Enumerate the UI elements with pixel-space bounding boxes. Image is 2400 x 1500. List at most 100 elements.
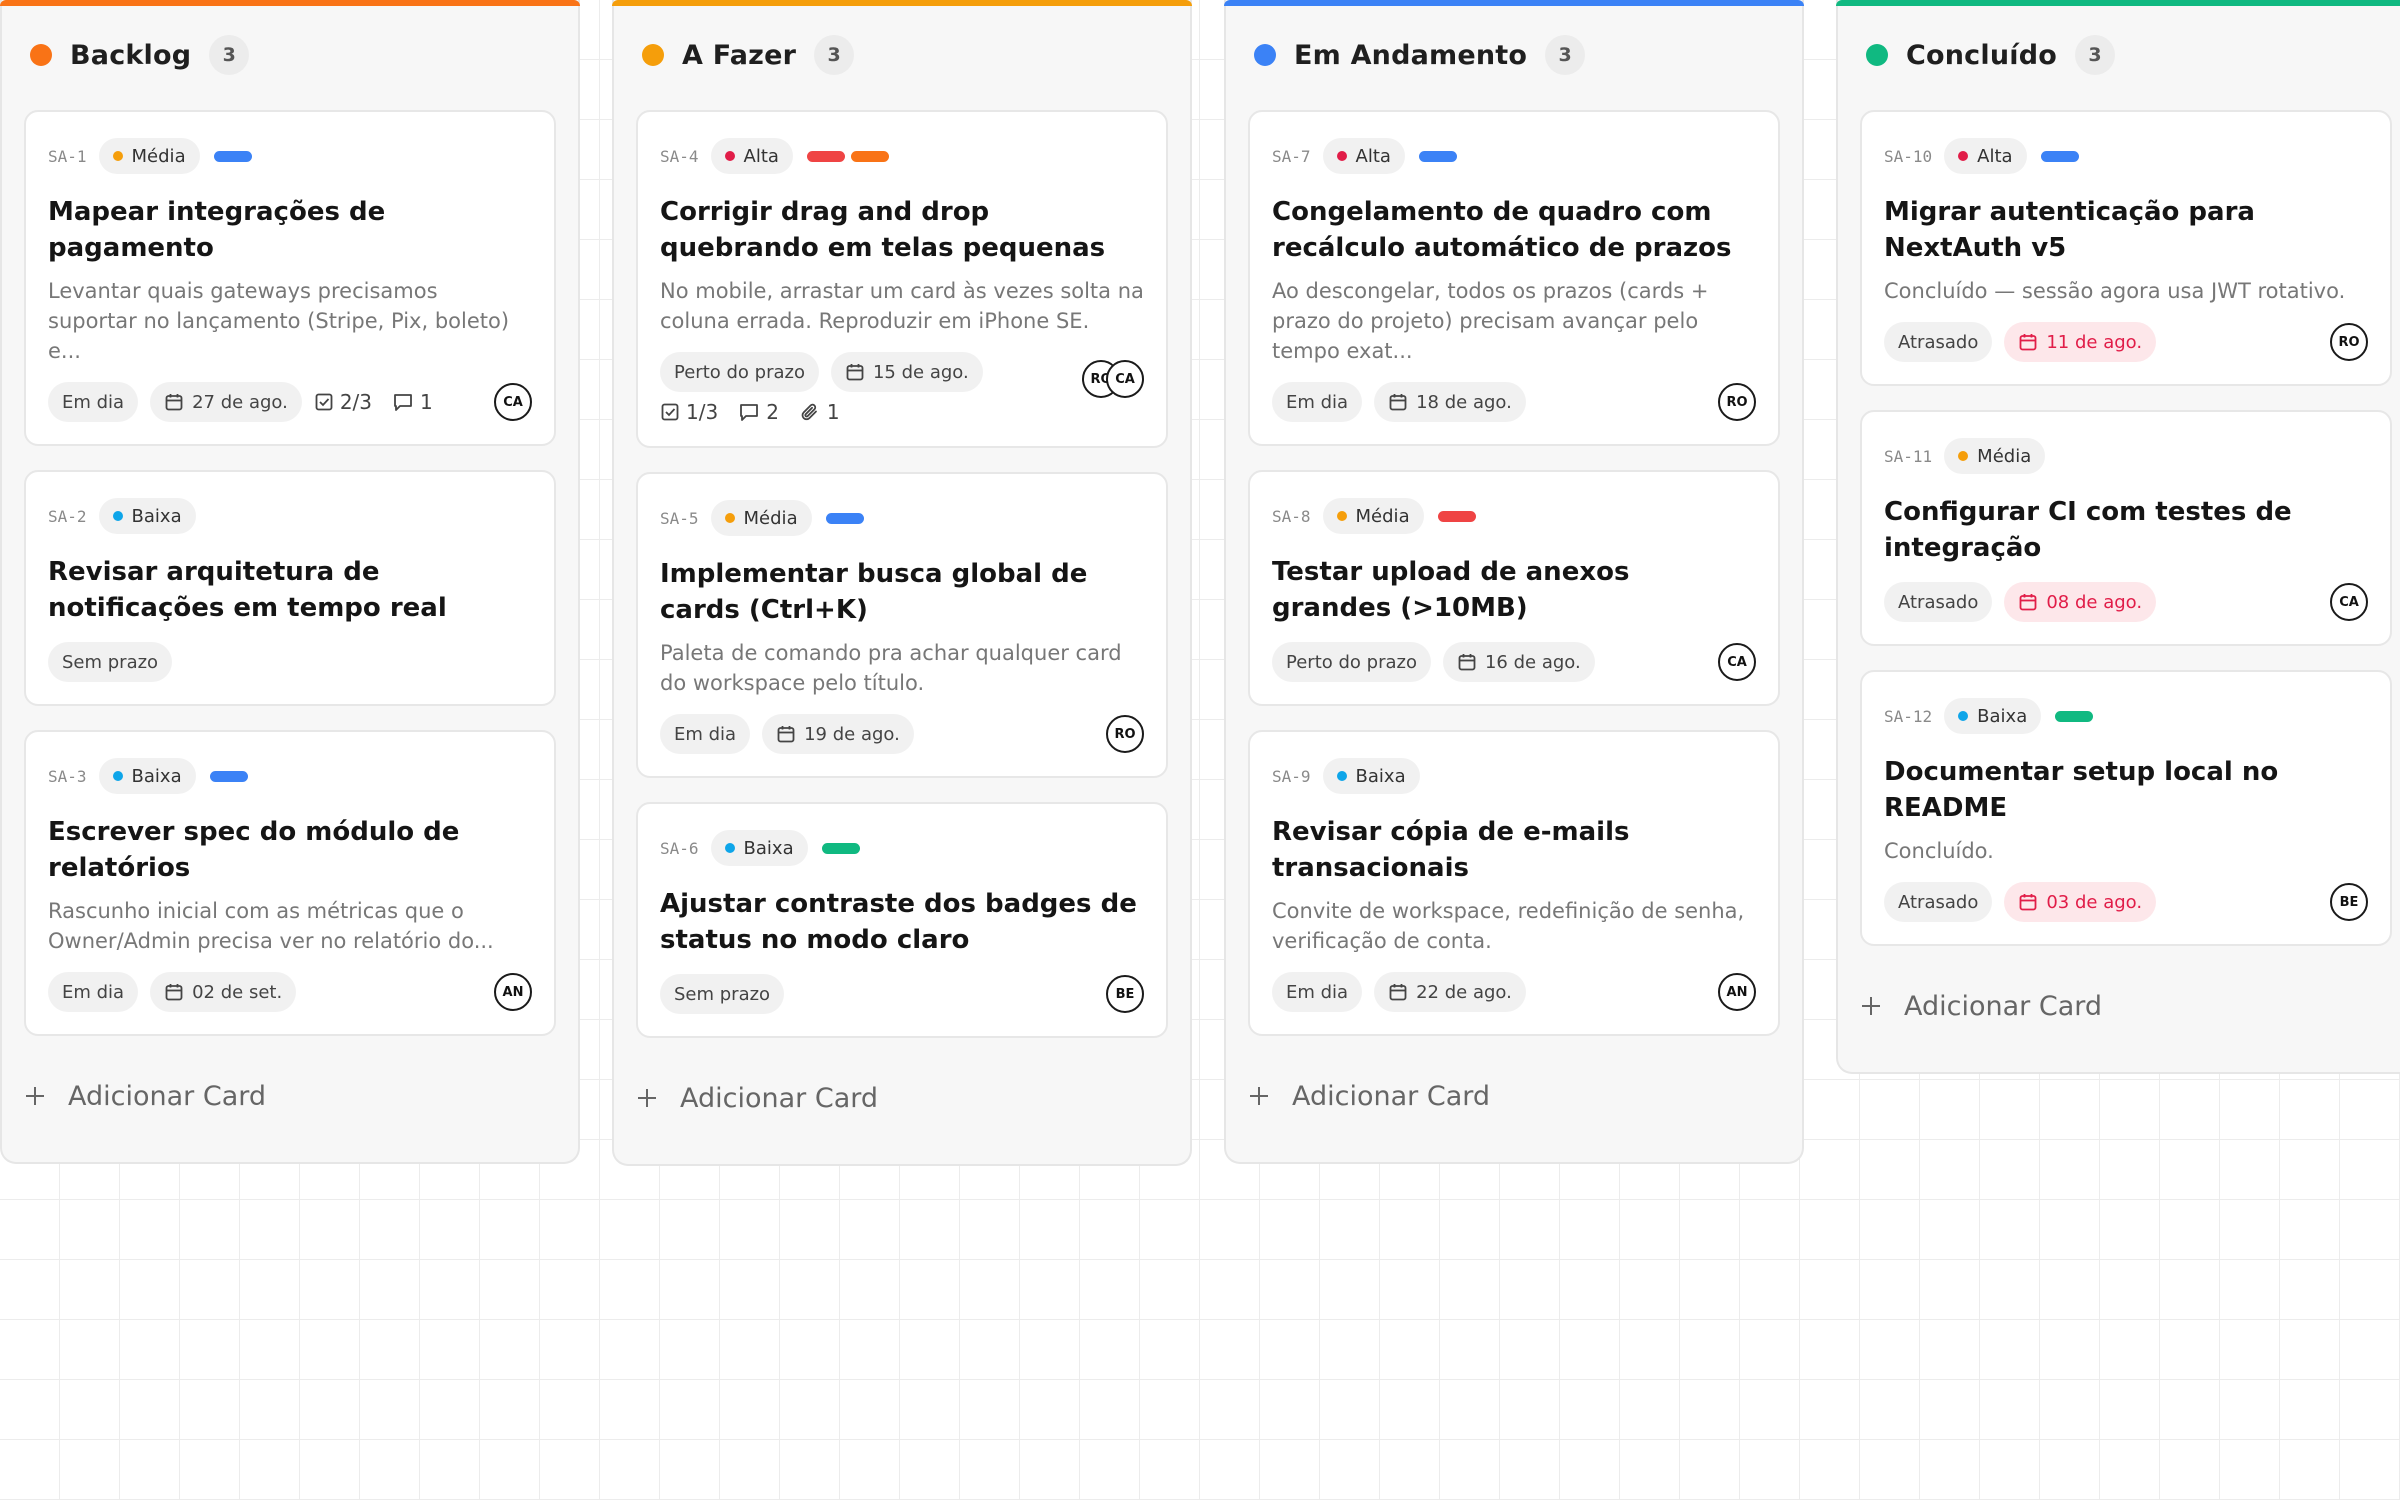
card-description: No mobile, arrastar um card às vezes sol… <box>660 279 1144 333</box>
card[interactable]: SA-12 Baixa Documentar setup local no READ… <box>1860 670 2392 946</box>
due-date-chip: 22 de ago. <box>1374 972 1526 1012</box>
assignee-avatars: BE <box>2330 883 2368 921</box>
card-title: Revisar arquitetura de notificações em t… <box>48 557 447 623</box>
card-title: Congelamento de quadro com recálculo aut… <box>1272 197 1732 263</box>
card-description: Levantar quais gateways precisamos supor… <box>48 279 510 363</box>
column-card-count: 3 <box>2075 35 2115 75</box>
card-title: Configurar CI com testes de integração <box>1884 497 2292 563</box>
calendar-icon <box>2018 592 2038 612</box>
card-header: SA-11 Média <box>1884 438 2368 474</box>
avatar[interactable]: RO <box>2330 323 2368 361</box>
card-header: SA-4 Alta <box>660 138 1144 174</box>
card[interactable]: SA-7 Alta Congelamento de quadro com recál… <box>1248 110 1780 446</box>
priority-dot <box>1336 511 1347 521</box>
card[interactable]: SA-1 Média Mapear integrações de pagamento… <box>24 110 556 446</box>
due-date-chip: 18 de ago. <box>1374 382 1526 422</box>
column-header[interactable]: Concluído 3 <box>1838 0 2400 110</box>
checklist-counter-value: 2/3 <box>339 390 373 414</box>
card[interactable]: SA-4 Alta Corrigir drag and drop quebrando… <box>636 110 1168 448</box>
checklist-icon <box>314 392 334 412</box>
assignee-avatars: RO <box>2330 323 2368 361</box>
avatar[interactable]: CA <box>2330 583 2368 621</box>
plus-icon <box>22 1083 48 1109</box>
priority-badge: Alta <box>1944 138 2027 174</box>
avatar[interactable]: RO <box>1718 383 1756 421</box>
assignee-avatars: CA <box>1718 643 1756 681</box>
due-status-label: Perto do prazo <box>1286 651 1417 673</box>
due-status-chip: Sem prazo <box>660 974 785 1014</box>
card-id: SA-5 <box>660 508 699 528</box>
card[interactable]: SA-5 Média Implementar busca global de car… <box>636 472 1168 778</box>
priority-badge: Média <box>1944 438 2046 474</box>
priority-label: Alta <box>743 145 779 167</box>
card[interactable]: SA-3 Baixa Escrever spec do módulo de rela… <box>24 730 556 1036</box>
add-card-button[interactable]: Adicionar Card <box>1838 976 2400 1036</box>
card[interactable]: SA-9 Baixa Revisar cópia de e-mails transa… <box>1248 730 1780 1036</box>
assignee-avatars: RO <box>1106 715 1144 753</box>
due-date-label: 02 de set. <box>192 981 283 1003</box>
card-meta: Atrasado 08 de ago. CA <box>1884 582 2368 622</box>
priority-dot <box>1336 151 1347 161</box>
due-date-chip: 15 de ago. <box>830 352 983 392</box>
due-status-label: Em dia <box>674 723 737 745</box>
column-card-count: 3 <box>814 35 855 75</box>
priority-badge: Baixa <box>710 830 808 866</box>
card-meta: Em dia 27 de ago. 2/3 1 CA <box>48 382 532 422</box>
avatar[interactable]: BE <box>2330 883 2368 921</box>
avatar[interactable]: CA <box>1718 643 1756 681</box>
card-id: SA-1 <box>48 146 87 166</box>
comment-icon <box>392 391 414 413</box>
plus-icon <box>634 1085 660 1111</box>
avatar[interactable]: RO <box>1106 715 1144 753</box>
assignee-avatars: CA <box>494 383 532 421</box>
avatar[interactable]: CA <box>494 383 532 421</box>
card[interactable]: SA-2 Baixa Revisar arquitetura de notifica… <box>24 470 556 706</box>
add-card-label: Adicionar Card <box>680 1082 879 1114</box>
due-status-chip: Em dia <box>48 972 139 1012</box>
due-status-chip: Perto do prazo <box>660 352 819 392</box>
card-header: SA-5 Média <box>660 500 1144 536</box>
card[interactable]: SA-10 Alta Migrar autenticação para NextAu… <box>1860 110 2392 386</box>
due-status-label: Sem prazo <box>674 983 771 1005</box>
paperclip-icon <box>799 401 821 423</box>
avatar[interactable]: CA <box>1106 360 1144 398</box>
avatar[interactable]: BE <box>1106 975 1144 1013</box>
add-card-button[interactable]: Adicionar Card <box>2 1066 578 1126</box>
priority-dot <box>112 151 123 161</box>
priority-dot <box>112 511 123 521</box>
assignee-avatars: RO <box>1718 383 1756 421</box>
priority-label: Baixa <box>1355 765 1406 787</box>
calendar-icon <box>2018 892 2038 912</box>
priority-badge: Média <box>1322 498 1424 534</box>
avatar[interactable]: AN <box>1718 973 1756 1011</box>
card[interactable]: SA-6 Baixa Ajustar contraste dos badges de… <box>636 802 1168 1038</box>
card-description: Concluído — sessão agora usa JWT rotativ… <box>1884 279 2346 303</box>
card-meta: Em dia 22 de ago. AN <box>1272 972 1756 1012</box>
add-card-button[interactable]: Adicionar Card <box>1226 1066 1802 1126</box>
avatar[interactable]: AN <box>494 973 532 1011</box>
priority-label: Média <box>743 507 798 529</box>
column-header[interactable]: A Fazer 3 <box>614 0 1190 110</box>
calendar-icon <box>1388 982 1408 1002</box>
due-status-chip: Em dia <box>48 382 139 422</box>
card[interactable]: SA-8 Média Testar upload de anexos grandes… <box>1248 470 1780 706</box>
column-header[interactable]: Backlog 3 <box>2 0 578 110</box>
card-label-tag <box>806 150 845 162</box>
due-status-label: Atrasado <box>1898 591 1979 613</box>
assignee-avatars: CA <box>2330 583 2368 621</box>
column-header[interactable]: Em Andamento 3 <box>1226 0 1802 110</box>
due-date-chip: 16 de ago. <box>1442 642 1595 682</box>
priority-label: Baixa <box>131 765 182 787</box>
column-title: A Fazer <box>682 39 797 71</box>
card[interactable]: SA-11 Média Configurar CI com testes de in… <box>1860 410 2392 646</box>
column-title: Backlog <box>70 39 192 71</box>
card-meta: Perto do prazo 16 de ago. CA <box>1272 642 1756 682</box>
checklist-counter: 2/3 <box>314 390 372 414</box>
card-counters: 1/3 2 1 <box>660 400 1144 424</box>
add-card-button[interactable]: Adicionar Card <box>614 1068 1190 1128</box>
column-title: Concluído <box>1906 39 2057 71</box>
due-status-label: Sem prazo <box>62 651 159 673</box>
priority-label: Média <box>131 145 186 167</box>
priority-badge: Baixa <box>1322 758 1420 794</box>
priority-badge: Baixa <box>98 498 196 534</box>
